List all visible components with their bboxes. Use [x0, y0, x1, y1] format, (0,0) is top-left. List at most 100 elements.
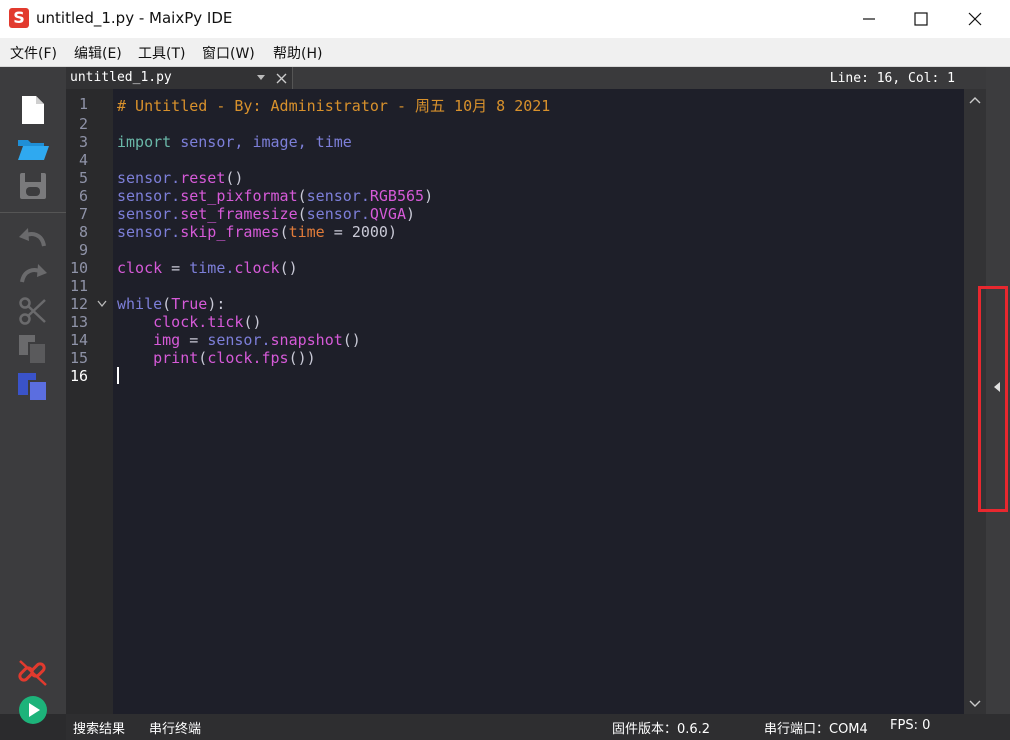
- code-line-10: clock = time.clock(): [117, 259, 298, 277]
- function: tick: [207, 313, 244, 331]
- line-number: 10: [69, 259, 88, 277]
- expand-panel-arrow-icon[interactable]: [992, 381, 1002, 393]
- maximize-button[interactable]: [898, 0, 944, 38]
- close-icon: [276, 73, 287, 84]
- variable: clock.: [153, 313, 208, 331]
- serial-port: 串行端口：COM4: [764, 722, 868, 737]
- keyword: while: [117, 295, 163, 313]
- punct: (): [225, 169, 244, 187]
- line-number: 11: [69, 277, 88, 295]
- code-line-5: sensor.reset(): [117, 169, 243, 187]
- module: sensor.: [117, 205, 181, 223]
- function: print: [153, 349, 199, 367]
- line-number: 8: [78, 223, 88, 241]
- variable: clock: [117, 259, 163, 277]
- new-file-icon: [22, 96, 44, 124]
- scroll-down-icon[interactable]: [969, 700, 981, 708]
- tab-untitled[interactable]: untitled_1.py: [66, 67, 293, 89]
- cursor-position: Line: 16, Col: 1: [829, 71, 955, 86]
- code-line-8: sensor.skip_frames(time = 2000): [117, 223, 397, 241]
- line-number: 7: [78, 205, 88, 223]
- module: sensor.: [306, 205, 370, 223]
- fold-chevron-icon[interactable]: [97, 300, 107, 308]
- open-file-button[interactable]: [16, 132, 50, 164]
- function: clock: [234, 259, 280, 277]
- fps-readout: FPS: 0: [890, 718, 931, 733]
- run-button[interactable]: [16, 694, 50, 726]
- menu-help[interactable]: 帮助(H): [273, 43, 322, 63]
- connect-button[interactable]: [16, 657, 50, 689]
- save-button[interactable]: [16, 170, 50, 202]
- save-icon: [20, 173, 46, 199]
- scissors-icon: [19, 297, 46, 325]
- minimize-icon: [863, 18, 875, 20]
- left-toolbar: [0, 67, 66, 724]
- folder-open-icon: [18, 140, 49, 160]
- module: sensor.: [117, 223, 181, 241]
- operator: =: [162, 259, 190, 277]
- menu-edit[interactable]: 编辑(E): [74, 43, 122, 63]
- undo-button[interactable]: [16, 222, 50, 254]
- operator: =: [180, 331, 208, 349]
- menu-bar: 文件(F) 编辑(E) 工具(T) 窗口(W) 帮助(H): [0, 38, 1010, 67]
- text-caret: [117, 367, 119, 384]
- module: sensor.: [117, 169, 181, 187]
- function: reset: [180, 169, 226, 187]
- window-title: untitled_1.py - MaixPy IDE: [36, 9, 233, 27]
- maximize-icon: [914, 12, 928, 26]
- new-file-button[interactable]: [16, 94, 50, 126]
- import-list: sensor, image, time: [180, 133, 352, 151]
- menu-file[interactable]: 文件(F): [10, 43, 57, 63]
- play-icon: [19, 696, 47, 724]
- paste-icon: [18, 373, 48, 402]
- menu-tools[interactable]: 工具(T): [138, 43, 185, 63]
- code-line-15: print(clock.fps()): [153, 349, 316, 367]
- constant: True: [171, 295, 208, 313]
- module: sensor.: [117, 187, 181, 205]
- number: 2000: [351, 223, 388, 241]
- line-number: 15: [69, 349, 88, 367]
- paste-button[interactable]: [16, 370, 50, 402]
- title-bar: S untitled_1.py - MaixPy IDE: [0, 0, 1010, 38]
- line-number: 13: [69, 313, 88, 331]
- minimize-button[interactable]: [846, 0, 892, 38]
- app-logo-icon: S: [9, 8, 29, 28]
- firmware-version: 固件版本：0.6.2: [612, 722, 711, 737]
- close-button[interactable]: [952, 0, 998, 38]
- chevron-down-icon[interactable]: [256, 74, 266, 82]
- redo-button[interactable]: [16, 258, 50, 290]
- operator: =: [324, 223, 352, 241]
- scroll-up-icon[interactable]: [969, 96, 981, 104]
- line-number: 5: [78, 169, 88, 187]
- line-number: 9: [78, 241, 88, 259]
- search-results-tab[interactable]: 搜索结果: [73, 718, 125, 737]
- status-bar: 搜索结果 串行终端 固件版本：0.6.2 串行端口：COM4 FPS: 0: [66, 714, 1010, 740]
- module: sensor.: [306, 187, 370, 205]
- variable: clock.: [207, 349, 262, 367]
- serial-terminal-tab[interactable]: 串行终端: [149, 718, 201, 737]
- code-line-1: # Untitled - By: Administrator - 周五 10月 …: [117, 97, 551, 115]
- module: time.: [189, 259, 235, 277]
- code-line-3: import sensor, image, time: [117, 133, 352, 151]
- line-number: 1: [78, 95, 88, 113]
- redo-icon: [20, 264, 47, 283]
- cut-button[interactable]: [16, 295, 50, 327]
- line-number: 12: [69, 295, 88, 313]
- tab-label: untitled_1.py: [70, 70, 172, 85]
- line-number-gutter: 1 2 3 4 5 6 7 8 9 10 11 12 13 14 15 16: [66, 89, 113, 714]
- code-line-12: while(True):: [117, 295, 226, 313]
- close-icon: [968, 12, 982, 26]
- code-editor[interactable]: # Untitled - By: Administrator - 周五 10月 …: [113, 89, 964, 714]
- menu-window[interactable]: 窗口(W): [202, 43, 255, 63]
- parameter: time: [288, 223, 325, 241]
- line-number-current: 16: [69, 367, 88, 385]
- variable: img: [153, 331, 181, 349]
- tab-close-button[interactable]: [275, 71, 289, 90]
- line-number: 4: [78, 151, 88, 169]
- copy-button[interactable]: [16, 333, 50, 365]
- code-line-6: sensor.set_pixformat(sensor.RGB565): [117, 187, 434, 205]
- line-number: 6: [78, 187, 88, 205]
- module: sensor.: [207, 331, 271, 349]
- code-line-7: sensor.set_framesize(sensor.QVGA): [117, 205, 416, 223]
- function: set_framesize: [180, 205, 298, 223]
